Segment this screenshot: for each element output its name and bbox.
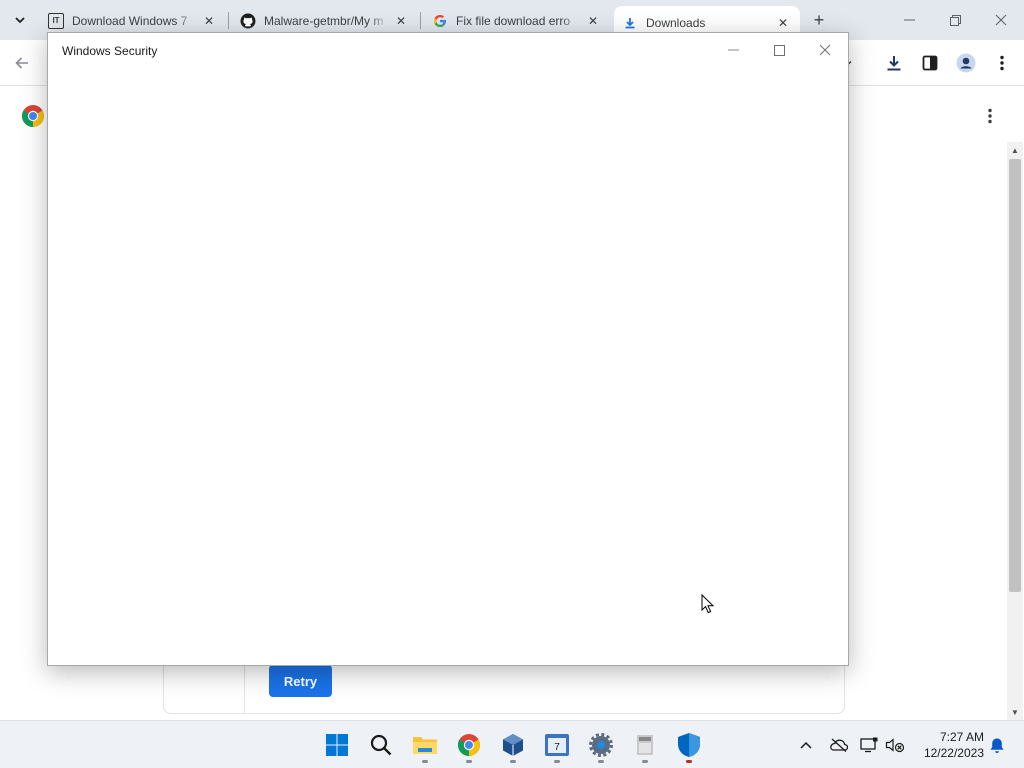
window-minimize-button[interactable] (889, 8, 929, 32)
side-panel-button[interactable] (918, 51, 942, 75)
start-button[interactable] (321, 727, 353, 763)
tab-close-icon[interactable]: ✕ (774, 14, 792, 32)
plus-icon: + (813, 9, 825, 30)
downloads-menu-button[interactable] (980, 104, 1000, 128)
running-indicator (466, 760, 472, 763)
dialog-close-button[interactable] (810, 39, 840, 61)
taskbar-archive-app[interactable] (629, 727, 661, 763)
tab-fix-file-download[interactable]: Fix file download erro ✕ (424, 7, 610, 34)
virtualbox-icon (503, 734, 523, 756)
tab-separator (228, 12, 229, 29)
dialog-maximize-button[interactable] (764, 39, 794, 61)
taskbar-getmbr-app[interactable]: 7 (541, 727, 573, 763)
more-vert-icon (988, 108, 992, 124)
start-icon (326, 734, 348, 756)
running-indicator (510, 760, 516, 763)
windows-security-window: Windows Security (47, 32, 849, 666)
scroll-down-arrow-icon[interactable]: ▼ (1007, 704, 1023, 720)
tab-title: Malware-getmbr/My m (264, 13, 384, 28)
dialog-title: Windows Security (62, 44, 158, 58)
it-icon: IT (48, 12, 64, 29)
close-icon (995, 14, 1007, 26)
clock-time: 7:27 AM (939, 730, 984, 744)
taskbar: 7 7:27 AM 12/22/2023 (0, 720, 1024, 768)
maximize-icon (773, 44, 785, 56)
chrome-logo-icon (22, 105, 44, 127)
downloads-button[interactable] (882, 51, 906, 75)
display-tray-button[interactable] (858, 734, 880, 756)
archive-app-icon (637, 735, 653, 755)
profile-button[interactable] (954, 51, 978, 75)
search-icon (370, 734, 392, 756)
tab-download-windows[interactable]: IT Download Windows 7 ✕ (40, 7, 226, 34)
page-scrollbar[interactable]: ▲ ▼ (1007, 142, 1023, 720)
taskbar-search-button[interactable] (365, 727, 397, 763)
network-audio-tray-button[interactable] (884, 734, 906, 756)
show-hidden-icons-button[interactable] (795, 734, 817, 756)
tab-title: Fix file download erro (456, 13, 571, 28)
taskbar-virtualbox[interactable] (497, 727, 529, 763)
dialog-minimize-button[interactable] (718, 39, 748, 61)
chevron-up-icon (800, 741, 812, 749)
back-button[interactable] (10, 51, 34, 75)
onedrive-offline-icon (830, 738, 848, 752)
profile-icon (956, 53, 976, 73)
new-tab-button[interactable]: + (808, 9, 830, 31)
side-panel-icon (922, 55, 938, 71)
running-indicator (598, 760, 604, 763)
taskbar-file-explorer[interactable] (409, 727, 441, 763)
windows-security-icon (678, 733, 700, 757)
mouse-cursor-icon (701, 594, 715, 614)
window-close-button[interactable] (981, 8, 1021, 32)
display-icon (860, 737, 878, 753)
settings-icon (589, 733, 613, 757)
github-icon (240, 13, 256, 29)
retry-button[interactable]: Retry (269, 665, 332, 697)
tab-title: Downloads (646, 16, 706, 30)
chevron-down-icon (15, 17, 25, 24)
running-indicator (422, 760, 428, 763)
tab-close-icon[interactable]: ✕ (200, 12, 218, 30)
scroll-thumb[interactable] (1009, 159, 1021, 592)
taskbar-windows-security[interactable] (673, 727, 705, 763)
back-arrow-icon (15, 57, 28, 69)
google-icon (432, 13, 448, 29)
download-icon (887, 56, 901, 71)
tab-separator (420, 12, 421, 29)
tab-malware-getmbr[interactable]: Malware-getmbr/My m ✕ (232, 7, 418, 34)
tab-search-button[interactable] (8, 8, 32, 32)
onedrive-tray-button[interactable] (828, 734, 850, 756)
system-clock[interactable]: 7:27 AM 12/22/2023 (916, 729, 984, 761)
more-vert-icon (1000, 55, 1004, 71)
minimize-icon (903, 19, 915, 21)
download-icon (622, 15, 638, 31)
tab-close-icon[interactable]: ✕ (584, 12, 602, 30)
minimize-icon (727, 49, 739, 51)
file-explorer-icon (413, 737, 437, 754)
taskbar-settings[interactable] (585, 727, 617, 763)
running-indicator (642, 760, 648, 763)
clock-date: 12/22/2023 (923, 746, 984, 760)
tab-title: Download Windows 7 (72, 13, 188, 28)
network-audio-icon (885, 738, 905, 753)
svg-text:7: 7 (554, 742, 560, 753)
notification-center-button[interactable] (986, 734, 1008, 756)
scroll-up-arrow-icon[interactable]: ▲ (1007, 142, 1023, 158)
browser-menu-button[interactable] (990, 51, 1014, 75)
taskbar-chrome[interactable] (453, 727, 485, 763)
tab-close-icon[interactable]: ✕ (392, 12, 410, 30)
getmbr-app-icon: 7 (545, 734, 569, 756)
running-indicator (686, 760, 692, 763)
window-restore-button[interactable] (935, 8, 975, 32)
restore-icon (949, 14, 961, 26)
running-indicator (554, 760, 560, 763)
close-icon (819, 44, 831, 56)
notification-bell-icon (990, 738, 1004, 753)
chrome-icon (458, 734, 480, 756)
